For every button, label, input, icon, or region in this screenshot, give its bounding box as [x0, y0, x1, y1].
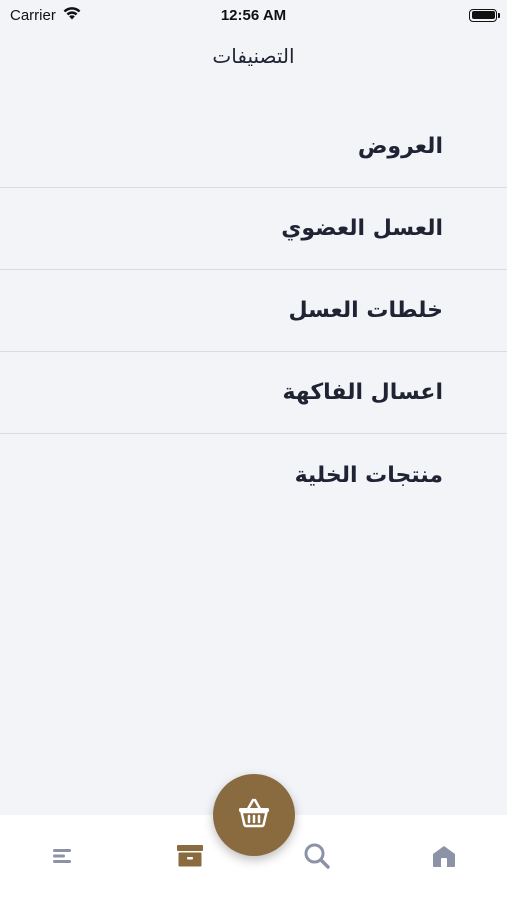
tab-menu[interactable]	[28, 828, 98, 888]
category-label: اعسال الفاكهة	[282, 380, 443, 405]
category-item-fruit-honey[interactable]: اعسال الفاكهة	[0, 352, 507, 434]
cart-button[interactable]	[213, 774, 295, 856]
category-item-offers[interactable]: العروض	[0, 106, 507, 188]
status-left: Carrier	[10, 6, 82, 24]
basket-icon	[236, 797, 272, 833]
tab-home[interactable]	[409, 828, 479, 888]
page-title: التصنيفات	[212, 44, 295, 68]
archive-icon	[175, 842, 205, 874]
battery-icon	[469, 8, 500, 22]
category-item-organic-honey[interactable]: العسل العضوي	[0, 188, 507, 270]
category-label: خلطات العسل	[288, 298, 443, 323]
category-item-hive-products[interactable]: منتجات الخلية	[0, 434, 507, 516]
status-bar: Carrier 12:56 AM	[0, 0, 507, 30]
home-icon	[430, 843, 458, 873]
category-label: منتجات الخلية	[294, 462, 443, 488]
tab-categories[interactable]	[155, 828, 225, 888]
search-icon	[302, 841, 332, 875]
category-label: العروض	[357, 134, 443, 159]
category-label: العسل العضوي	[281, 216, 443, 241]
menu-icon	[51, 846, 75, 870]
wifi-icon	[62, 6, 82, 24]
category-item-honey-blends[interactable]: خلطات العسل	[0, 270, 507, 352]
carrier-label: Carrier	[10, 6, 56, 24]
tab-search[interactable]	[282, 828, 352, 888]
category-list: العروض العسل العضوي خلطات العسل اعسال ال…	[0, 106, 507, 516]
